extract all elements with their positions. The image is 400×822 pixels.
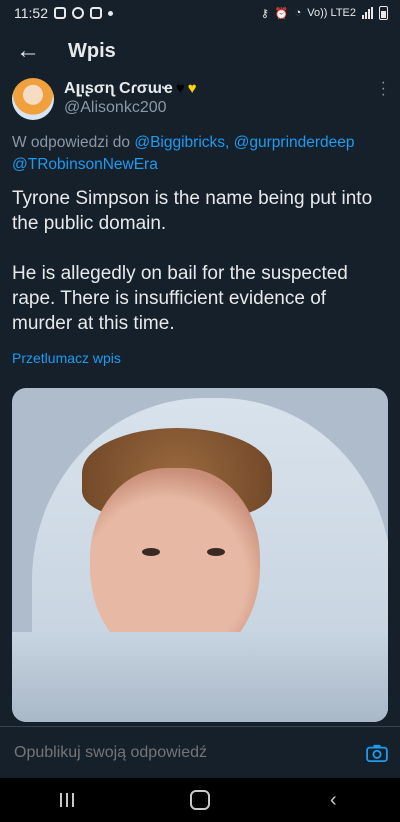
shield-icon (54, 7, 66, 19)
mention-link[interactable]: @gurprinderdeep (234, 134, 355, 151)
youtube-icon (90, 7, 102, 19)
notification-dot-icon (108, 10, 113, 16)
avatar[interactable] (12, 78, 54, 120)
alarm-icon: ⏰ (274, 7, 289, 20)
tweet: Aլιʂσɳ Cɾσɯҽ ♥ ♥ @Alisonkc200 · · · W odpo… (0, 75, 400, 722)
back-button[interactable]: ‹ (313, 789, 353, 812)
author-name-row[interactable]: Aլιʂσɳ Cɾσɯҽ ♥ ♥ (64, 78, 197, 98)
mention-link[interactable]: @Biggibricks, (134, 134, 229, 151)
photo-eye (142, 548, 160, 556)
battery-icon (379, 6, 388, 20)
arrow-left-icon[interactable]: ← (16, 37, 40, 65)
reply-prefix: W odpowiedzi do (12, 134, 131, 151)
reply-context: W odpowiedzi do @Biggibricks, @gurprinde… (12, 132, 388, 176)
more-vertical-icon[interactable]: · · · (381, 75, 386, 103)
system-nav-bar: ‹ (0, 778, 400, 822)
home-button[interactable] (180, 790, 220, 810)
translate-link[interactable]: Przetlumacz wpis (12, 350, 388, 366)
photo-hoodie (12, 632, 388, 722)
tweet-author: Aլιʂσɳ Cɾσɯҽ ♥ ♥ @Alisonkc200 · · · (12, 75, 388, 120)
recent-apps-button[interactable] (47, 793, 87, 807)
network-label: Vo)) LTE2 (307, 7, 356, 19)
whatsapp-icon (72, 7, 84, 19)
black-heart-icon: ♥ (175, 79, 185, 97)
yellow-heart-icon: ♥ (187, 79, 197, 97)
author-handle[interactable]: @Alisonkc200 (64, 99, 197, 117)
author-display-name: Aլιʂσɳ Cɾσɯҽ (64, 80, 173, 97)
page-title: Wpis (68, 39, 116, 62)
tweet-text: Tyrone Simpson is the name being put int… (12, 188, 373, 334)
reply-bar (0, 726, 400, 779)
key-icon: ⚷ (260, 7, 269, 20)
reply-input[interactable] (12, 743, 366, 763)
photo-eye (207, 548, 225, 556)
signal-icon (362, 7, 373, 19)
status-time: 11:52 (14, 5, 48, 21)
wifi-icon: ◔ (294, 7, 302, 19)
camera-icon[interactable] (366, 744, 388, 762)
mention-link[interactable]: @TRobinsonNewEra (12, 156, 158, 173)
tweet-image[interactable] (12, 388, 388, 722)
status-bar: 11:52 ⚷ ⏰ ◔ Vo)) LTE2 (0, 0, 400, 26)
app-bar: ← Wpis (0, 26, 400, 76)
